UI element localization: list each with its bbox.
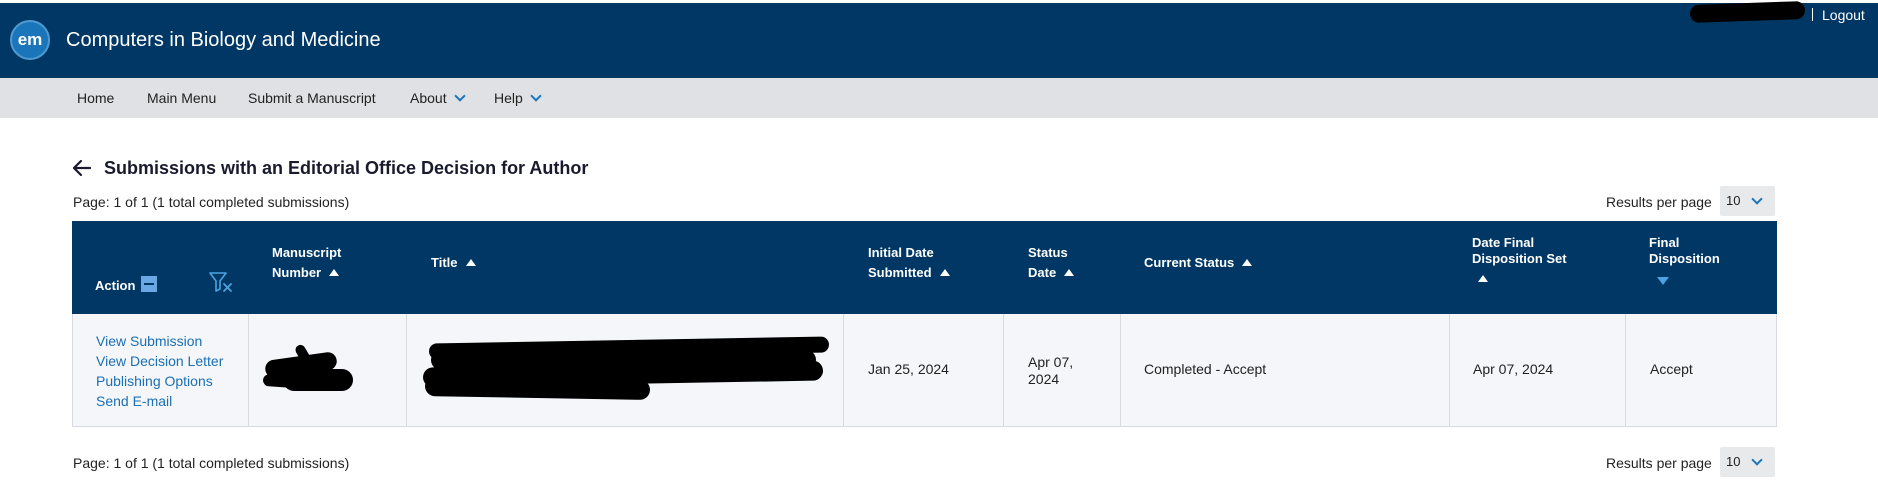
header-manuscript-label-1: Manuscript [272,245,342,260]
results-per-page-label: Results per page [1606,455,1712,471]
date-final-disposition-cell: Apr 07, 2024 [1473,361,1554,377]
results-per-page-select[interactable]: 10 [1720,447,1775,477]
header-action-label: Action [95,278,136,293]
results-per-page-label: Results per page [1606,194,1712,210]
header-date-final-label-1: Date Final [1472,235,1535,250]
sort-ascending-icon[interactable] [329,269,340,276]
nav-help[interactable]: Help [494,78,542,118]
table-row: View Submission View Decision Letter Pub… [72,314,1777,427]
header-divider [1812,8,1813,21]
sort-ascending-icon[interactable] [465,259,476,266]
top-header-bar: em Computers in Biology and Medicine [0,3,1878,78]
view-decision-letter-link[interactable]: View Decision Letter [96,353,223,369]
status-date-line-2: 2024 [1028,371,1060,387]
header-current-status: Current Status [1144,253,1253,273]
em-logo[interactable]: em [10,20,50,60]
table-header: Action Manuscript Number Title Initial D… [72,221,1777,314]
nav-main-menu-label: Main Menu [147,90,217,106]
header-final-disposition: Final Disposition [1649,235,1720,289]
nav-main-menu[interactable]: Main Menu [147,78,216,118]
column-divider [1120,314,1121,426]
sort-ascending-icon[interactable] [939,269,950,276]
header-action: Action [95,276,158,296]
nav-submit-manuscript[interactable]: Submit a Manuscript [248,78,376,118]
status-date-line-1: Apr 07, [1028,354,1074,370]
page-title: Submissions with an Editorial Office Dec… [104,158,589,178]
back-arrow-icon[interactable] [72,156,92,180]
chevron-down-icon [453,90,466,102]
column-divider [248,314,249,426]
header-initial-date: Initial Date Submitted [868,243,950,283]
header-final-disposition-label-2: Disposition [1649,251,1720,266]
column-divider [843,314,844,426]
nav-submit-label: Submit a Manuscript [248,90,376,106]
header-date-final-label-2: Disposition Set [1472,251,1567,266]
header-title-label: Title [431,255,458,270]
column-divider [1625,314,1626,426]
chevron-down-icon [1751,193,1763,205]
logout-link[interactable]: Logout [1822,7,1865,23]
collapse-icon[interactable] [141,276,158,292]
nav-about-label: About [410,90,447,106]
clear-filter-icon[interactable] [209,271,233,293]
results-per-page-value: 10 [1726,454,1741,469]
view-submission-link[interactable]: View Submission [96,333,202,349]
sort-ascending-icon[interactable] [1478,275,1488,282]
header-manuscript-label-2: Number [272,265,322,280]
current-status-cell: Completed - Accept [1144,361,1267,377]
final-disposition-cell: Accept [1650,361,1693,377]
journal-title: Computers in Biology and Medicine [66,29,381,51]
column-divider [406,314,407,426]
header-initial-date-label-1: Initial Date [868,245,934,260]
main-nav-bar: Home Main Menu Submit a Manuscript About… [0,78,1878,118]
column-divider [1003,314,1004,426]
status-date-cell: Apr 07, 2024 [1028,354,1073,388]
sort-ascending-icon[interactable] [1242,259,1253,266]
header-initial-date-label-2: Submitted [868,265,932,280]
nav-home-label: Home [77,90,115,106]
nav-home[interactable]: Home [77,78,114,118]
column-divider [1449,314,1450,426]
header-current-status-label: Current Status [1144,255,1235,270]
results-per-page-select[interactable]: 10 [1720,186,1775,216]
header-status-date-label-1: Status [1028,245,1068,260]
header-final-disposition-label-1: Final [1649,235,1680,250]
header-manuscript-number: Manuscript Number [272,243,341,283]
sort-ascending-icon[interactable] [1064,269,1075,276]
nav-help-label: Help [494,90,523,106]
chevron-down-icon [530,90,542,102]
header-title: Title [431,253,476,273]
header-status-date: Status Date [1028,243,1075,283]
chevron-down-icon [1751,454,1763,466]
header-date-final-disposition: Date Final Disposition Set [1472,235,1567,287]
send-email-link[interactable]: Send E-mail [96,393,172,409]
header-status-date-label-2: Date [1028,265,1057,280]
sort-descending-icon[interactable] [1657,277,1669,285]
nav-about[interactable]: About [410,78,466,118]
pager-summary-top: Page: 1 of 1 (1 total completed submissi… [73,194,350,210]
initial-date-cell: Jan 25, 2024 [868,361,949,377]
results-per-page-value: 10 [1726,193,1741,208]
pager-summary-bottom: Page: 1 of 1 (1 total completed submissi… [73,455,350,471]
publishing-options-link[interactable]: Publishing Options [96,373,213,389]
